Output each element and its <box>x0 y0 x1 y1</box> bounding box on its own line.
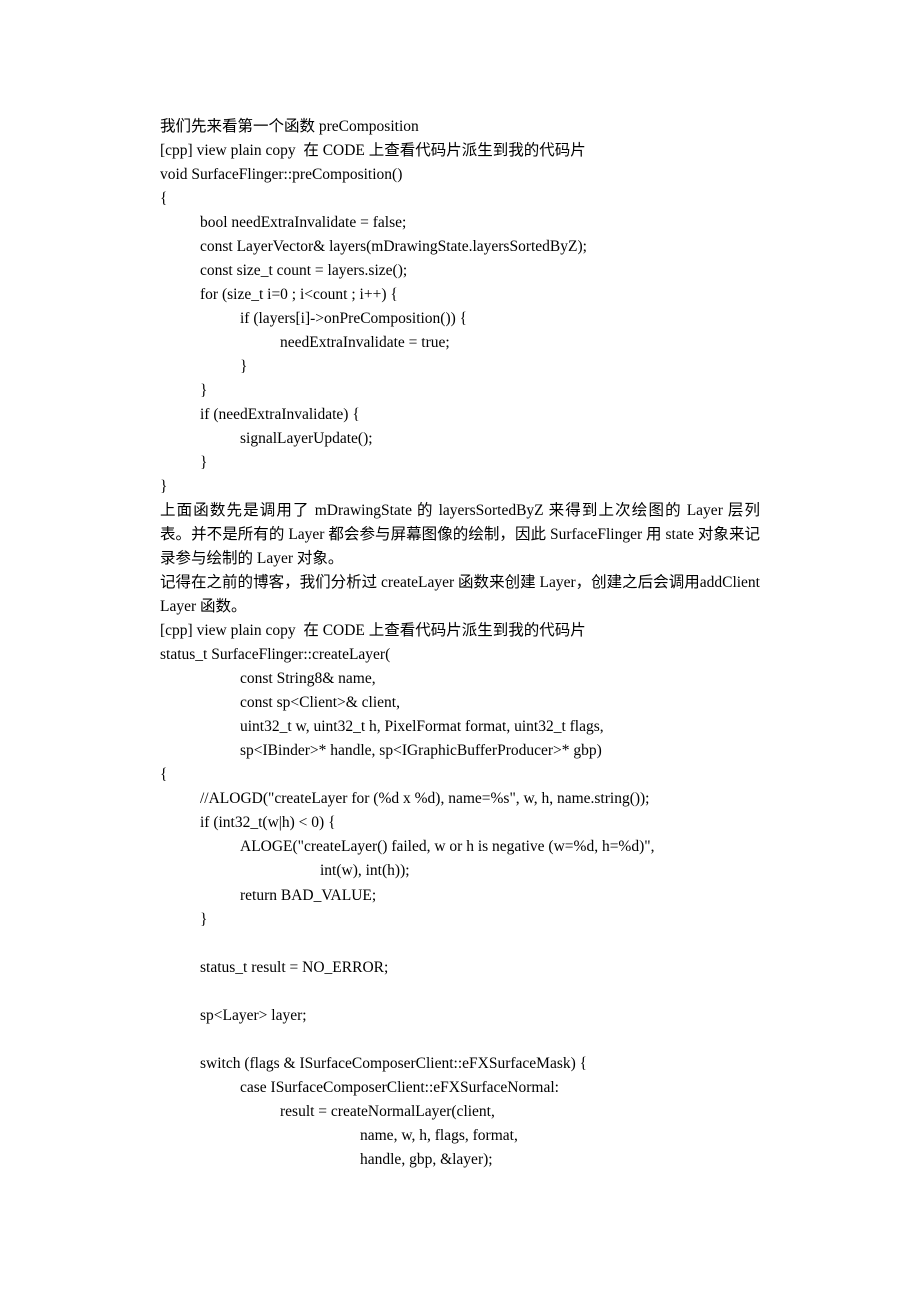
text-line: if (layers[i]->onPreComposition()) { <box>160 307 760 331</box>
text-line <box>160 932 760 956</box>
text-line: for (size_t i=0 ; i<count ; i++) { <box>160 283 760 307</box>
text-line: return BAD_VALUE; <box>160 884 760 908</box>
text-line: uint32_t w, uint32_t h, PixelFormat form… <box>160 715 760 739</box>
text-line: void SurfaceFlinger::preComposition() <box>160 163 760 187</box>
text-line: result = createNormalLayer(client, <box>160 1100 760 1124</box>
text-line: [cpp] view plain copy 在 CODE 上查看代码片派生到我的… <box>160 139 760 163</box>
text-line: 记得在之前的博客，我们分析过 createLayer 函数来创建 Layer，创… <box>160 571 760 619</box>
text-line: const sp<Client>& client, <box>160 691 760 715</box>
document-page: 我们先来看第一个函数 preComposition[cpp] view plai… <box>0 0 920 1302</box>
text-line: switch (flags & ISurfaceComposerClient::… <box>160 1052 760 1076</box>
text-line: { <box>160 187 760 211</box>
text-line: name, w, h, flags, format, <box>160 1124 760 1148</box>
text-line: int(w), int(h)); <box>160 859 760 883</box>
text-line: } <box>160 475 760 499</box>
text-line: } <box>160 451 760 475</box>
text-line: [cpp] view plain copy 在 CODE 上查看代码片派生到我的… <box>160 619 760 643</box>
text-line: //ALOGD("createLayer for (%d x %d), name… <box>160 787 760 811</box>
text-line: sp<Layer> layer; <box>160 1004 760 1028</box>
text-line <box>160 1028 760 1052</box>
text-line: bool needExtraInvalidate = false; <box>160 211 760 235</box>
text-line: ALOGE("createLayer() failed, w or h is n… <box>160 835 760 859</box>
text-line: } <box>160 355 760 379</box>
text-line: 上面函数先是调用了 mDrawingState 的 layersSortedBy… <box>160 499 760 571</box>
text-line: } <box>160 908 760 932</box>
text-line <box>160 980 760 1004</box>
text-line: status_t result = NO_ERROR; <box>160 956 760 980</box>
text-line: sp<IBinder>* handle, sp<IGraphicBufferPr… <box>160 739 760 763</box>
text-line: status_t SurfaceFlinger::createLayer( <box>160 643 760 667</box>
text-line: if (needExtraInvalidate) { <box>160 403 760 427</box>
text-line: signalLayerUpdate(); <box>160 427 760 451</box>
text-line: const String8& name, <box>160 667 760 691</box>
text-line: { <box>160 763 760 787</box>
text-line: 我们先来看第一个函数 preComposition <box>160 115 760 139</box>
text-line: const LayerVector& layers(mDrawingState.… <box>160 235 760 259</box>
text-line: const size_t count = layers.size(); <box>160 259 760 283</box>
text-line: needExtraInvalidate = true; <box>160 331 760 355</box>
text-line: handle, gbp, &layer); <box>160 1148 760 1172</box>
text-line: case ISurfaceComposerClient::eFXSurfaceN… <box>160 1076 760 1100</box>
text-line: } <box>160 379 760 403</box>
text-line: if (int32_t(w|h) < 0) { <box>160 811 760 835</box>
